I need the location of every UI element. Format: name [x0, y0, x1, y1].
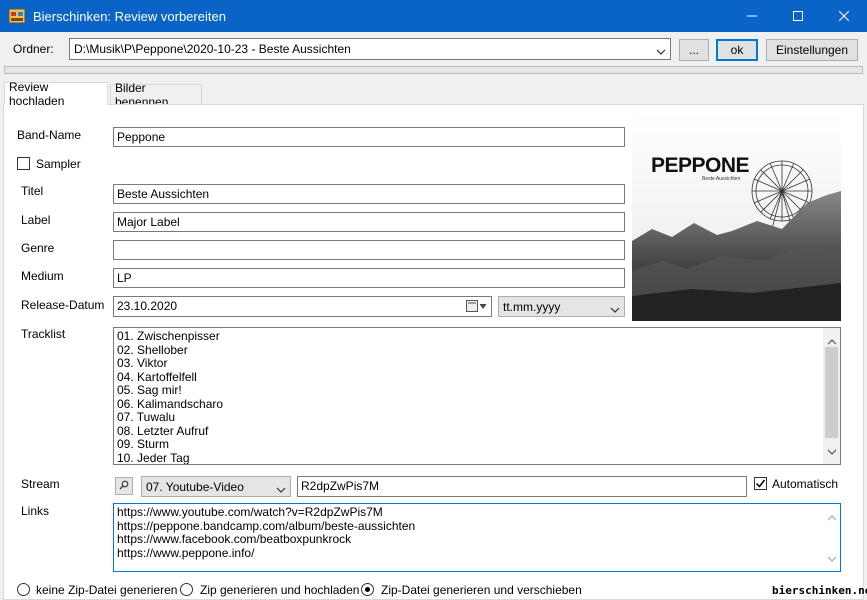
title-bar: Bierschinken: Review vorbereiten: [0, 0, 867, 32]
stream-label: Stream: [21, 477, 60, 491]
genre-input[interactable]: [113, 240, 625, 260]
tracklist-line: 01. Zwischenpisser: [117, 329, 220, 343]
tracklist-label: Tracklist: [21, 327, 66, 341]
scroll-thumb[interactable]: [825, 347, 838, 438]
links-scrollbar[interactable]: [823, 504, 840, 571]
scroll-up-icon[interactable]: [827, 510, 837, 524]
tracklist-line: 02. Shellober: [117, 342, 188, 357]
calendar-icon[interactable]: [466, 300, 488, 315]
tracklist-textarea[interactable]: 01. Zwischenpisser 02. Shellober 03. Vikto…: [113, 327, 841, 465]
tracklist-line: 08. Letzter Aufruf: [117, 423, 209, 438]
radio-no-zip[interactable]: [17, 583, 30, 596]
close-button[interactable]: [821, 0, 867, 32]
stream-id-input[interactable]: R2dpZwPis7M: [297, 476, 747, 497]
tracklist-line: 03. Viktor: [117, 356, 168, 370]
tracklist-line: 10. Jeder Tag: [117, 450, 190, 465]
link-line: https://www.peppone.info/: [117, 545, 255, 560]
sampler-checkbox[interactable]: [17, 157, 30, 170]
tracklist-line: 06. Kalimandscharo: [117, 396, 224, 411]
links-textarea[interactable]: https://www.youtube.com/watch?v=R2dpZwPi…: [113, 503, 841, 572]
search-icon: [119, 479, 129, 493]
chevron-down-icon: [610, 303, 620, 317]
date-format-value: tt.mm.yyyy: [503, 300, 561, 314]
release-date-label: Release-Datum: [21, 298, 105, 312]
date-format-combobox[interactable]: tt.mm.yyyy: [498, 296, 625, 317]
cover-band-text: PEPPONE: [651, 154, 750, 177]
folder-combobox[interactable]: D:\Musik\P\Peppone\2020-10-23 - Beste Au…: [69, 38, 671, 60]
links-label: Links: [21, 504, 50, 518]
progress-bar: [4, 66, 863, 74]
band-name-input[interactable]: Peppone: [113, 127, 625, 147]
chevron-down-icon: [656, 45, 666, 59]
tracklist-line: 07. Tuwalu: [117, 410, 176, 424]
auto-checkbox[interactable]: [754, 477, 767, 490]
scroll-down-icon[interactable]: [827, 551, 837, 565]
radio-zip-upload-label: Zip generieren und hochladen: [200, 583, 360, 597]
folder-label: Ordner:: [13, 42, 54, 56]
band-name-label: Band-Name: [17, 128, 82, 142]
tab-bilder-benennen[interactable]: Bilder benennen: [110, 81, 202, 109]
radio-zip-move-label: Zip-Datei generieren und verschieben: [381, 583, 582, 597]
tracklist-scrollbar[interactable]: [823, 328, 840, 464]
cover-subtitle-text: Beste Aussichten: [702, 176, 741, 182]
stream-track-combobox[interactable]: 07. Youtube-Video: [141, 476, 291, 497]
settings-button[interactable]: Einstellungen: [766, 39, 858, 61]
auto-label: Automatisch: [772, 477, 839, 491]
label-input[interactable]: Major Label: [113, 212, 625, 232]
album-cover-image: PEPPONE Beste Aussichten: [632, 111, 841, 321]
medium-input[interactable]: LP: [113, 268, 625, 288]
scroll-up-icon[interactable]: [827, 334, 837, 348]
scroll-down-icon[interactable]: [827, 444, 837, 458]
window-title: Bierschinken: Review vorbereiten: [33, 9, 226, 24]
tab-review-hochladen[interactable]: Review hochladen: [4, 80, 108, 108]
tracklist-line: 04. Kartoffelfell: [117, 369, 197, 384]
title-label: Titel: [21, 184, 44, 198]
maximize-button[interactable]: [775, 0, 821, 32]
radio-zip-upload[interactable]: [180, 583, 193, 596]
label-label: Label: [21, 213, 51, 227]
medium-label: Medium: [21, 269, 64, 283]
search-button[interactable]: [115, 477, 133, 495]
link-line: https://peppone.bandcamp.com/album/beste…: [117, 518, 416, 533]
folder-path: D:\Musik\P\Peppone\2020-10-23 - Beste Au…: [74, 42, 351, 56]
radio-zip-move[interactable]: [361, 583, 374, 596]
link-line: https://www.facebook.com/beatboxpunkrock: [117, 532, 352, 546]
browse-button[interactable]: ...: [679, 39, 709, 61]
genre-label: Genre: [21, 241, 55, 255]
title-input[interactable]: Beste Aussichten: [113, 184, 625, 204]
release-date-picker[interactable]: 23.10.2020: [113, 296, 492, 317]
release-date-value: 23.10.2020: [117, 299, 178, 313]
link-line: https://www.youtube.com/watch?v=R2dpZwPi…: [117, 505, 383, 519]
chevron-down-icon: [276, 483, 286, 497]
stream-track-value: 07. Youtube-Video: [146, 480, 244, 494]
sampler-label: Sampler: [36, 157, 81, 171]
app-icon: [8, 8, 26, 24]
ok-button[interactable]: ok: [716, 39, 758, 61]
minimize-button[interactable]: [729, 0, 775, 32]
tracklist-line: 05. Sag mir!: [117, 383, 182, 397]
radio-no-zip-label: keine Zip-Datei generieren: [36, 583, 178, 597]
tracklist-line: 09. Sturm: [117, 437, 170, 451]
watermark-text: bierschinken.net: [772, 584, 867, 597]
